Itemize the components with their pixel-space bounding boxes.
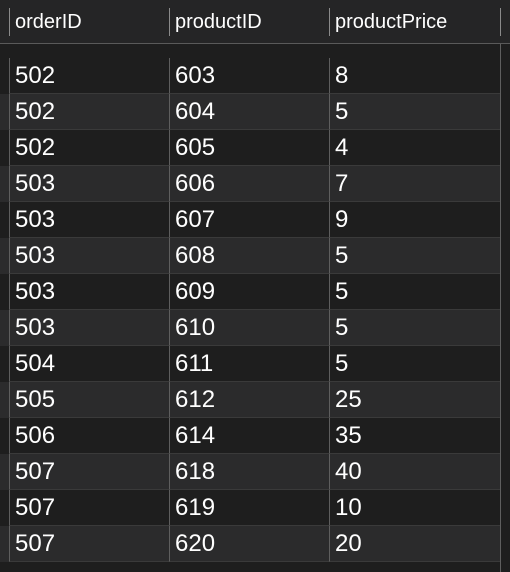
cell-orderid[interactable]: 506 [9, 418, 169, 454]
table-row[interactable]: 503 607 9 [0, 202, 510, 238]
cell-productprice[interactable]: 10 [329, 490, 500, 526]
cell-productid[interactable]: 604 [169, 94, 329, 130]
grid-body: 502 603 8 502 604 5 502 605 4 503 606 7 503 607 9 503 60… [0, 58, 510, 572]
column-header-productprice[interactable]: productPrice [329, 0, 500, 44]
cell-orderid[interactable]: 507 [9, 490, 169, 526]
table-row[interactable]: 502 603 8 [0, 58, 510, 94]
cell-productid[interactable]: 619 [169, 490, 329, 526]
table-row[interactable]: 502 604 5 [0, 94, 510, 130]
table-row[interactable]: 507 619 10 [0, 490, 510, 526]
cell-productprice[interactable]: 25 [329, 382, 500, 418]
table-row[interactable]: 503 608 5 [0, 238, 510, 274]
cell-productprice[interactable]: 5 [329, 274, 500, 310]
cell-orderid[interactable]: 503 [9, 274, 169, 310]
cell-orderid[interactable]: 503 [9, 202, 169, 238]
table-row[interactable]: 503 606 7 [0, 166, 510, 202]
cell-orderid[interactable]: 502 [9, 58, 169, 94]
cell-productprice[interactable]: 9 [329, 202, 500, 238]
column-header-productid[interactable]: productID [169, 0, 329, 44]
cell-productprice[interactable]: 8 [329, 58, 500, 94]
grid-header: orderID productID productPrice [0, 0, 510, 44]
cell-orderid[interactable]: 503 [9, 166, 169, 202]
cell-orderid[interactable]: 504 [9, 346, 169, 382]
table-row[interactable]: 503 609 5 [0, 274, 510, 310]
cell-orderid[interactable]: 503 [9, 238, 169, 274]
grid-spacer [0, 44, 510, 58]
cell-orderid[interactable] [9, 562, 169, 572]
table-row[interactable]: 507 618 40 [0, 454, 510, 490]
table-row-partial[interactable] [0, 562, 510, 572]
cell-productid[interactable]: 610 [169, 310, 329, 346]
cell-productid[interactable]: 608 [169, 238, 329, 274]
cell-productid[interactable]: 611 [169, 346, 329, 382]
cell-orderid[interactable]: 507 [9, 526, 169, 562]
cell-productprice[interactable]: 5 [329, 346, 500, 382]
cell-productid[interactable]: 612 [169, 382, 329, 418]
result-grid: orderID productID productPrice 502 603 8 50… [0, 0, 510, 572]
cell-productprice[interactable]: 4 [329, 130, 500, 166]
column-header-orderid[interactable]: orderID [9, 0, 169, 44]
table-row[interactable]: 502 605 4 [0, 130, 510, 166]
cell-orderid[interactable]: 502 [9, 130, 169, 166]
cell-productid[interactable]: 605 [169, 130, 329, 166]
cell-productid[interactable]: 614 [169, 418, 329, 454]
table-row[interactable]: 505 612 25 [0, 382, 510, 418]
cell-productid[interactable]: 606 [169, 166, 329, 202]
cell-productprice[interactable]: 35 [329, 418, 500, 454]
cell-productid[interactable]: 620 [169, 526, 329, 562]
cell-productprice[interactable]: 5 [329, 310, 500, 346]
table-row[interactable]: 503 610 5 [0, 310, 510, 346]
cell-productid[interactable] [169, 562, 329, 572]
cell-productprice[interactable] [329, 562, 500, 572]
grid-right-edge [500, 44, 510, 572]
cell-productid[interactable]: 603 [169, 58, 329, 94]
cell-productid[interactable]: 609 [169, 274, 329, 310]
cell-orderid[interactable]: 502 [9, 94, 169, 130]
cell-productprice[interactable]: 20 [329, 526, 500, 562]
cell-orderid[interactable]: 505 [9, 382, 169, 418]
table-row[interactable]: 506 614 35 [0, 418, 510, 454]
cell-productid[interactable]: 618 [169, 454, 329, 490]
cell-orderid[interactable]: 507 [9, 454, 169, 490]
cell-productprice[interactable]: 7 [329, 166, 500, 202]
column-separator[interactable] [500, 8, 501, 36]
cell-productprice[interactable]: 5 [329, 94, 500, 130]
table-row[interactable]: 507 620 20 [0, 526, 510, 562]
cell-productprice[interactable]: 5 [329, 238, 500, 274]
cell-productprice[interactable]: 40 [329, 454, 500, 490]
cell-productid[interactable]: 607 [169, 202, 329, 238]
cell-orderid[interactable]: 503 [9, 310, 169, 346]
table-row[interactable]: 504 611 5 [0, 346, 510, 382]
